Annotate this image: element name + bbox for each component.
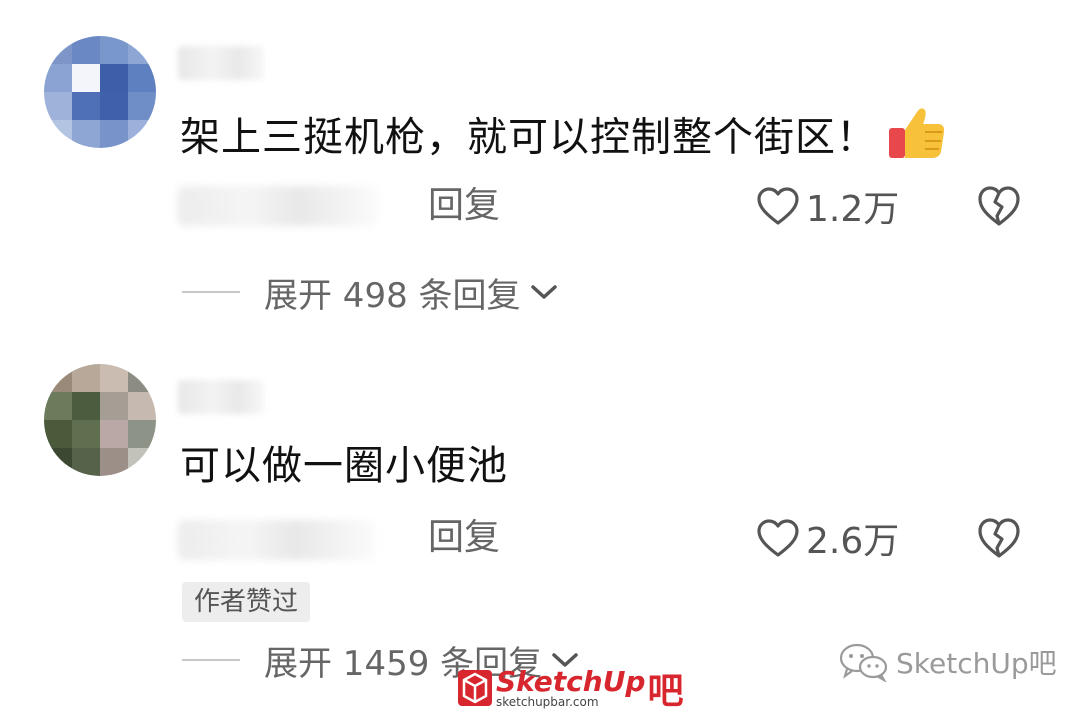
timestamp-blurred	[178, 186, 378, 226]
sketchup-logo-icon	[458, 670, 492, 706]
like-count: 2.6万	[806, 521, 900, 562]
wechat-icon	[839, 643, 888, 682]
comment-text: 可以做一圈小便池	[180, 443, 508, 489]
like-button[interactable]: 2.6万	[756, 516, 899, 562]
watermark-logo-text: SketchUp	[496, 665, 646, 698]
expand-replies-label: 展开 498 条回复	[264, 275, 521, 316]
wechat-watermark-text: SketchUp吧	[896, 647, 1057, 680]
heart-icon	[757, 519, 799, 557]
watermark-url: sketchupbar.com	[496, 695, 599, 709]
heart-icon	[757, 187, 799, 225]
avatar[interactable]	[44, 36, 156, 148]
wechat-watermark: SketchUp吧	[838, 642, 1057, 682]
username-blurred[interactable]	[178, 46, 264, 80]
username-blurred[interactable]	[178, 380, 264, 414]
chevron-down-icon	[530, 285, 557, 299]
like-count: 1.2万	[806, 189, 900, 230]
like-button[interactable]: 1.2万	[756, 184, 899, 230]
broken-heart-icon[interactable]	[976, 184, 1022, 228]
comment-text: 架上三挺机枪，就可以控制整个街区！	[180, 104, 947, 175]
divider	[182, 291, 240, 293]
avatar[interactable]	[44, 364, 156, 476]
comment-text-content: 架上三挺机枪，就可以控制整个街区！	[180, 114, 877, 161]
reply-button[interactable]: 回复	[428, 516, 500, 560]
reply-button[interactable]: 回复	[428, 184, 500, 228]
divider	[182, 659, 240, 661]
expand-replies-button[interactable]: 展开 498 条回复	[182, 270, 559, 316]
sketchupbar-watermark: SketchUp sketchupbar.com 吧	[458, 662, 684, 714]
watermark-logo-suffix: 吧	[647, 671, 684, 712]
thumbs-up-emoji-icon	[887, 104, 947, 175]
timestamp-blurred	[178, 520, 374, 560]
broken-heart-icon[interactable]	[976, 516, 1022, 560]
author-liked-badge: 作者赞过	[182, 582, 311, 622]
